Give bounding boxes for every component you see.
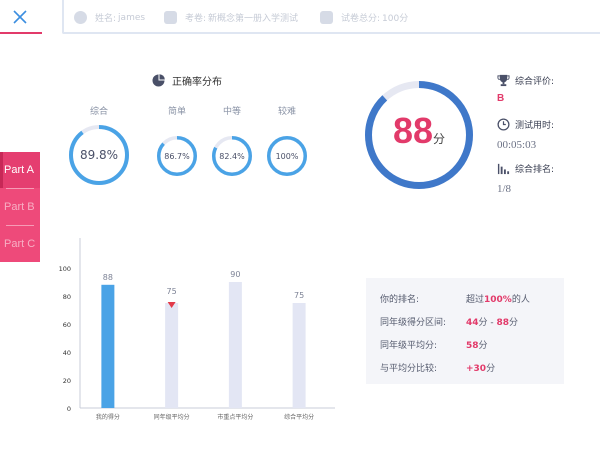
compare-unit: 分 — [486, 364, 496, 374]
score-value: 88 — [392, 110, 434, 151]
bar-4 — [292, 303, 306, 408]
ranking-label: 同年级平均分: — [380, 341, 438, 351]
score-unit: 分 — [433, 132, 446, 146]
ranking-value: 58分 — [466, 338, 488, 351]
tab-part-a-label: Part A — [4, 164, 34, 176]
tab-part-c[interactable]: Part C — [0, 226, 40, 262]
ranking-label: 同年级得分区间: — [380, 318, 447, 328]
ring-label-overall: 综合 — [89, 107, 108, 117]
category-label: 市重点平均分 — [217, 413, 253, 421]
range-sep: 分 - — [478, 318, 497, 328]
ring-value-medium: 82.4% — [219, 152, 245, 161]
bar-1 — [101, 284, 115, 408]
ranking-row-percentile: 你的排名: 超过100%的人 — [380, 292, 530, 305]
y-tick-label: 40 — [63, 349, 71, 357]
ring-value-overall: 89.8% — [79, 148, 119, 162]
ranking-panel: 你的排名: 超过100%的人 同年级得分区间: 44分 - 88分 同年级平均分… — [366, 278, 564, 384]
ring-value-hard: 100% — [275, 152, 299, 161]
y-tick-label: 20 — [63, 377, 71, 385]
flag-icon — [320, 11, 333, 24]
exam-title: 考卷: 新概念第一册入学测试 — [164, 11, 298, 24]
range-max: 88 — [496, 318, 510, 328]
active-tab-marker — [0, 152, 3, 188]
close-button[interactable] — [0, 0, 42, 34]
pie-chart-icon — [152, 74, 165, 87]
y-tick-label: 80 — [63, 293, 71, 301]
part-tabs: Part A Part B Part C — [0, 152, 40, 262]
ranking-value: 44分 - 88分 — [466, 315, 518, 328]
student-name: 姓名: james — [74, 11, 145, 24]
compare-value: +30 — [466, 364, 487, 374]
ring-value-easy: 86.7% — [164, 152, 190, 161]
rank-label: 综合排名: — [515, 165, 555, 175]
category-label: 综合平均分 — [284, 413, 314, 421]
total-score: 88分 — [364, 80, 474, 190]
accuracy-title-text: 正确率分布 — [172, 77, 222, 88]
close-icon — [13, 10, 27, 24]
average-unit: 分 — [478, 341, 488, 351]
range-unit: 分 — [509, 318, 519, 328]
rating-label: 综合评价: — [515, 77, 555, 87]
time-value: 00:05:03 — [497, 139, 537, 151]
time-label: 测试用时: — [515, 121, 555, 131]
bar-3 — [228, 282, 242, 408]
category-label: 我的得分 — [96, 413, 120, 421]
bar-chart-svg: 0 20 40 60 80 100 88 我的得分 75 同年级平均分 90 市重点平均分 75 综合平均… — [59, 238, 335, 421]
time-row: 测试用时: — [497, 118, 554, 131]
ranking-row-range: 同年级得分区间: 44分 - 88分 — [380, 315, 518, 328]
user-icon — [74, 11, 87, 24]
rating-row: 综合评价: — [497, 74, 554, 87]
bar-value-label: 75 — [167, 287, 177, 296]
rank-value: 1/8 — [497, 183, 512, 195]
document-icon — [164, 11, 177, 24]
bar-chart-icon — [497, 163, 510, 175]
bar-value-label: 88 — [103, 273, 113, 282]
ring-label-medium: 中等 — [222, 107, 241, 117]
ranking-label: 与平均分比较: — [380, 364, 438, 374]
tab-part-a[interactable]: Part A — [0, 152, 40, 188]
exam-label: 考卷: — [185, 14, 207, 24]
ring-label-easy: 简单 — [167, 107, 186, 117]
tab-part-c-label: Part C — [4, 238, 36, 250]
tab-part-b[interactable]: Part B — [0, 189, 40, 225]
ranking-label: 你的排名: — [380, 295, 420, 305]
name-value: james — [118, 12, 146, 23]
total-label: 试卷总分: — [341, 14, 381, 24]
y-tick-label: 60 — [63, 321, 71, 329]
trophy-icon — [497, 74, 510, 87]
ranking-prefix: 超过 — [466, 295, 485, 305]
range-min: 44 — [466, 318, 479, 328]
ring-label-hard: 较难 — [277, 107, 296, 117]
category-label: 同年级平均分 — [154, 413, 190, 421]
exam-value: 新概念第一册入学测试 — [208, 14, 299, 24]
rank-row: 综合排名: — [497, 162, 554, 175]
ranking-suffix: 的人 — [511, 295, 530, 305]
bar-value-label: 90 — [230, 270, 240, 279]
accuracy-title: 正确率分布 — [152, 73, 222, 88]
exam-total: 试卷总分: 100分 — [320, 11, 408, 24]
exam-info-bar: 姓名: james 考卷: 新概念第一册入学测试 试卷总分: 100分 — [62, 0, 600, 34]
ranking-value: +30分 — [466, 361, 495, 374]
rating-value: B — [497, 93, 505, 104]
bar-value-label: 75 — [294, 291, 304, 300]
name-label: 姓名: — [95, 14, 117, 24]
average-value: 58 — [466, 341, 479, 351]
ranking-row-compare: 与平均分比较: +30分 — [380, 361, 495, 374]
tab-part-b-label: Part B — [4, 201, 35, 213]
bar-2 — [165, 303, 179, 408]
y-tick-label: 100 — [59, 265, 71, 273]
ranking-row-average: 同年级平均分: 58分 — [380, 338, 488, 351]
total-value: 100分 — [382, 14, 409, 24]
score-display: 88分 — [364, 110, 474, 152]
ranking-highlight: 100% — [484, 295, 512, 305]
score-comparison-chart: 0 20 40 60 80 100 88 我的得分 75 同年级平均分 90 市重点平均分 75 综合平均… — [55, 238, 345, 438]
clock-icon — [497, 118, 510, 131]
ranking-value: 超过100%的人 — [466, 292, 530, 305]
y-tick-label: 0 — [67, 405, 71, 413]
